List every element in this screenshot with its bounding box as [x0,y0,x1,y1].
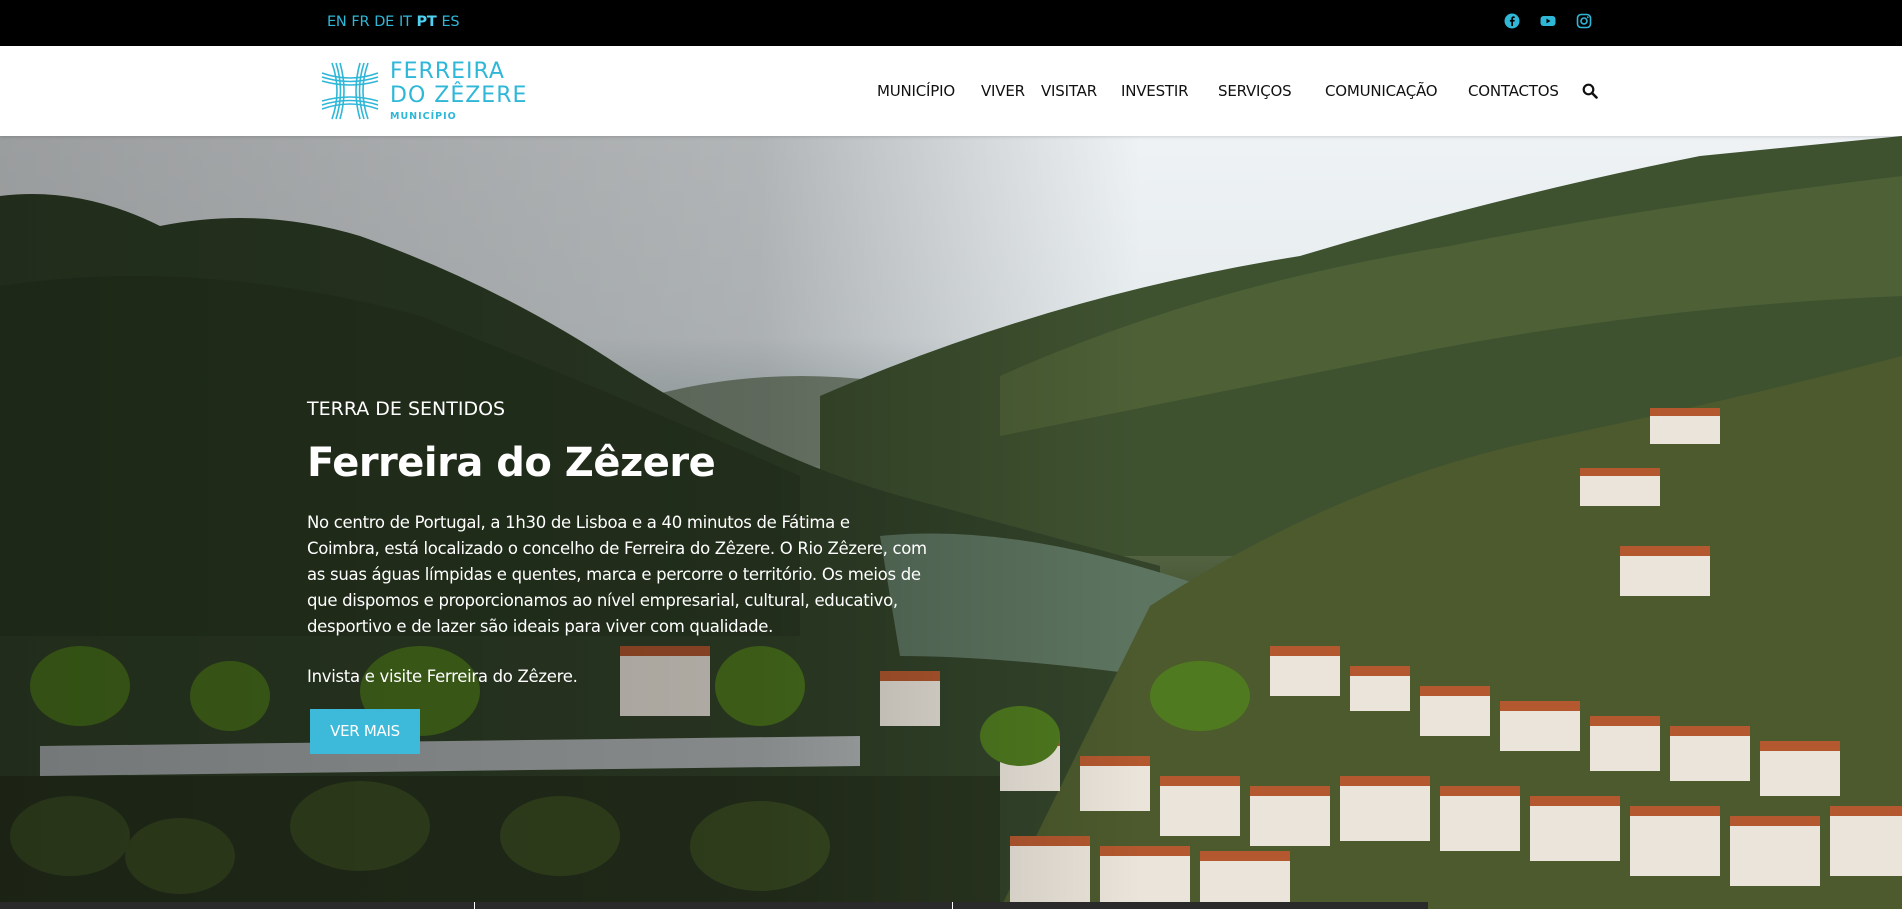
nav-item-servicos[interactable]: SERVIÇOS [1218,82,1292,100]
hero-kicker: TERRA DE SENTIDOS [307,398,506,420]
language-switcher: EN FR DE IT PT ES [327,14,464,30]
lang-pt[interactable]: PT [417,14,437,30]
nav-item-visitar[interactable]: VISITAR [1041,82,1097,100]
lang-es[interactable]: ES [441,14,459,30]
social-links [1504,13,1592,29]
nav-item-comunicacao[interactable]: COMUNICAÇÃO [1325,82,1438,100]
lang-fr[interactable]: FR [351,14,369,30]
hero-description: No centro de Portugal, a 1h30 de Lisboa … [307,513,927,636]
nav-item-investir[interactable]: INVESTIR [1121,82,1189,100]
instagram-icon[interactable] [1576,13,1592,29]
main-nav: MUNICÍPIO VIVER VISITAR INVESTIR SERVIÇO… [0,46,1902,136]
nav-item-contactos[interactable]: CONTACTOS [1468,82,1559,100]
main-header: FERREIRA DO ZÊZERE MUNICÍPIO MUNICÍPIO V… [0,46,1902,136]
hero-cta-text: Invista e visite Ferreira do Zêzere. [307,667,578,686]
bottom-strip [0,902,1428,909]
nav-item-municipio[interactable]: MUNICÍPIO [877,82,955,100]
nav-item-viver[interactable]: VIVER [981,82,1025,100]
lang-en[interactable]: EN [327,14,347,30]
hero-banner: TERRA DE SENTIDOS Ferreira do Zêzere No … [0,136,1902,909]
top-bar: EN FR DE IT PT ES [0,0,1902,46]
strip-divider [952,902,953,909]
hero-overlay [0,136,1902,909]
search-icon[interactable] [1582,83,1598,99]
hero-content: TERRA DE SENTIDOS Ferreira do Zêzere No … [307,398,927,690]
ver-mais-button[interactable]: VER MAIS [310,709,420,754]
lang-it[interactable]: IT [399,14,412,30]
facebook-icon[interactable] [1504,13,1520,29]
strip-divider [474,902,475,909]
lang-de[interactable]: DE [374,14,394,30]
youtube-icon[interactable] [1540,13,1556,29]
hero-title: Ferreira do Zêzere [307,440,716,486]
